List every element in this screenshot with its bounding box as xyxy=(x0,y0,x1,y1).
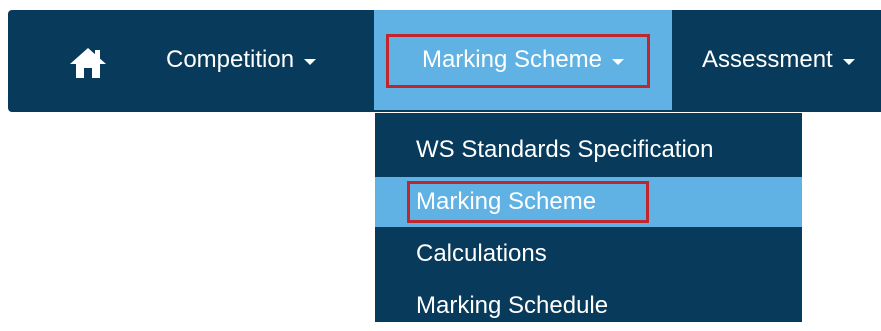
dropdown-item-marking-schedule[interactable]: Marking Schedule xyxy=(375,281,802,331)
nav-competition[interactable]: Competition xyxy=(166,10,317,110)
dropdown-item-calculations[interactable]: Calculations xyxy=(375,229,802,279)
dropdown-item-ws-standards[interactable]: WS Standards Specification xyxy=(375,125,802,175)
dropdown-item-label: WS Standards Specification xyxy=(416,136,714,163)
home-button[interactable] xyxy=(68,46,108,80)
nav-assessment[interactable]: Assessment xyxy=(702,10,855,110)
nav-marking-scheme[interactable]: Marking Scheme xyxy=(374,10,672,110)
nav-assessment-label: Assessment xyxy=(702,46,833,73)
chevron-down-icon xyxy=(304,59,317,65)
dropdown-item-marking-scheme[interactable]: Marking Scheme xyxy=(375,177,802,227)
highlight-box xyxy=(386,34,650,88)
dropdown-item-label: Calculations xyxy=(416,240,547,267)
nav-competition-label: Competition xyxy=(166,46,295,73)
chevron-down-icon xyxy=(842,59,855,65)
dropdown-item-label: Marking Schedule xyxy=(416,292,609,319)
highlight-box xyxy=(407,181,649,223)
marking-scheme-dropdown: WS Standards Specification Marking Schem… xyxy=(375,113,802,322)
home-icon xyxy=(70,48,106,78)
